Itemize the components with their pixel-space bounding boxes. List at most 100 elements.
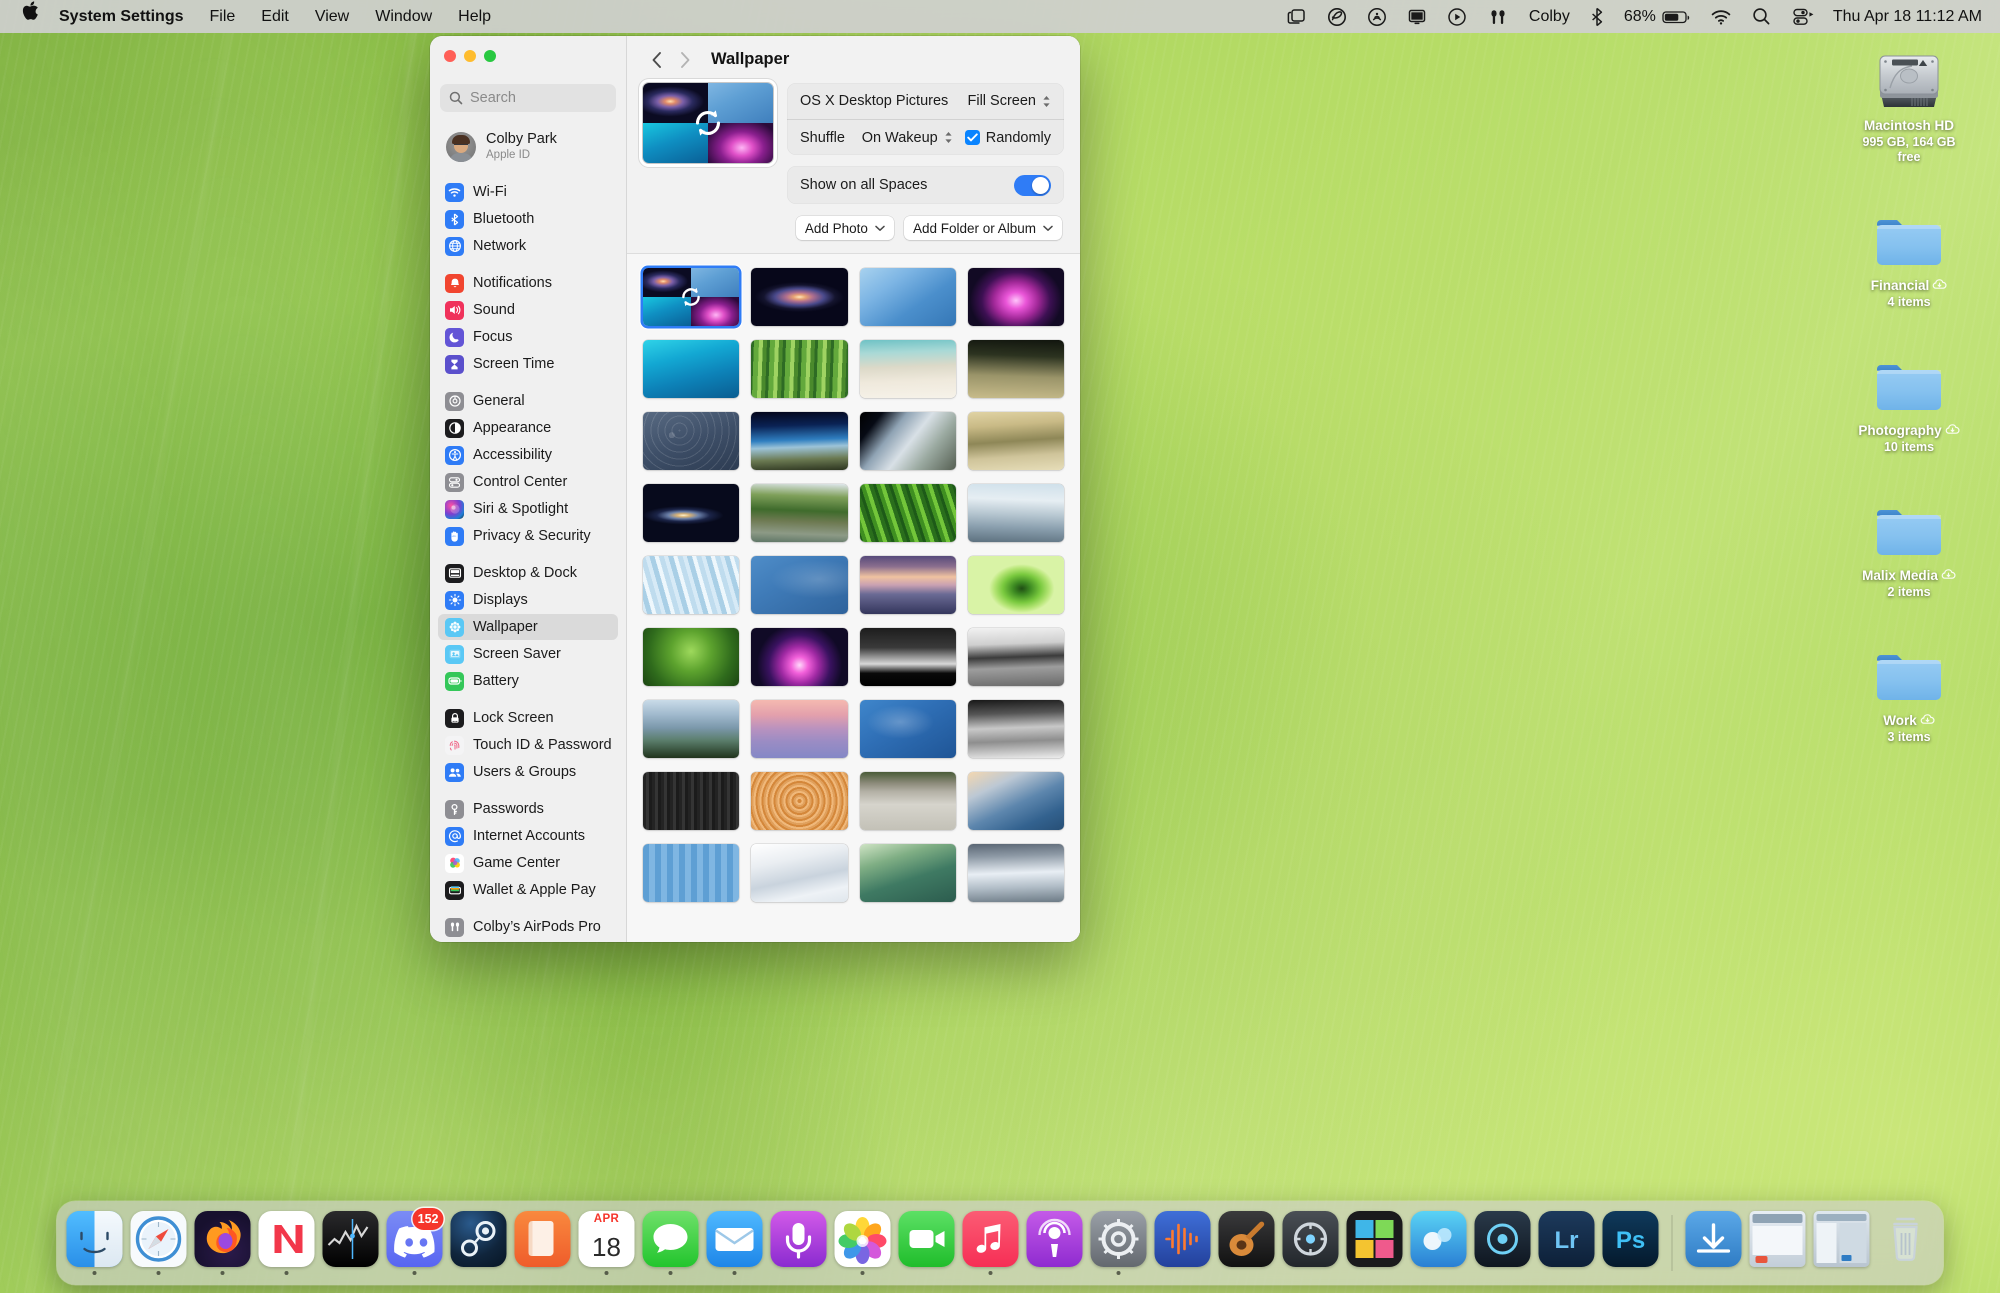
- wallpaper-thumbnail-andromeda[interactable]: [751, 268, 848, 326]
- wallpaper-thumbnail-aurora-pink[interactable]: [751, 628, 848, 686]
- dock-item-steam[interactable]: [450, 1211, 508, 1275]
- dock-item-calendar[interactable]: APR 18: [578, 1211, 636, 1275]
- dock-item-garageband[interactable]: [1218, 1211, 1276, 1275]
- wallpaper-thumbnail-grass-blades[interactable]: [859, 484, 956, 542]
- sidebar-item-wallet-apple-pay[interactable]: Wallet & Apple Pay: [438, 877, 618, 903]
- sidebar-item-lock-screen[interactable]: Lock Screen: [438, 705, 618, 731]
- wallpaper-thumbnail-clouds-bw[interactable]: [967, 628, 1064, 686]
- sidebar-item-colbys-airpods-pro[interactable]: Colby’s AirPods Pro: [438, 914, 618, 940]
- dock-item-screenshot-preview-1[interactable]: [1749, 1211, 1807, 1275]
- dock-item-stocks[interactable]: [322, 1211, 380, 1275]
- wallpaper-thumbnail-teal-ridge[interactable]: [859, 844, 956, 902]
- wallpaper-thumbnail-mosaic[interactable]: [643, 844, 740, 902]
- sidebar-item-notifications[interactable]: Notifications: [438, 270, 618, 296]
- wallpaper-thumbnail-blue-swirl[interactable]: [751, 556, 848, 614]
- sidebar-item-wallpaper[interactable]: Wallpaper: [438, 614, 618, 640]
- wallpaper-thumbnail-bamboo[interactable]: [751, 340, 848, 398]
- wallpaper-thumbnail-fuji[interactable]: [751, 700, 848, 758]
- sidebar-item-keyboard[interactable]: Keyboard: [438, 941, 618, 942]
- dock-item-news[interactable]: [258, 1211, 316, 1275]
- sidebar-item-general[interactable]: General: [438, 388, 618, 414]
- wallpaper-thumbnail-lake-sunrise[interactable]: [859, 556, 956, 614]
- creative-cloud-icon[interactable]: [1317, 7, 1357, 27]
- menu-window[interactable]: Window: [362, 0, 445, 33]
- sidebar-item-siri-spotlight[interactable]: Siri & Spotlight: [438, 496, 618, 522]
- account-row[interactable]: Colby Park Apple ID: [440, 126, 616, 168]
- wallpaper-thumbnail-zen-garden[interactable]: [859, 772, 956, 830]
- dock-item-music[interactable]: [962, 1211, 1020, 1275]
- wallpaper-thumbnail-glacier[interactable]: [643, 556, 740, 614]
- wallpaper-thumbnail-snow-peaks[interactable]: [967, 844, 1064, 902]
- desktop-icon-work[interactable]: Work 3 items: [1853, 635, 1965, 745]
- desktop-icon-financial[interactable]: Financial 4 items: [1853, 200, 1965, 310]
- add-folder-or-album-button[interactable]: Add Folder or Album: [903, 216, 1062, 240]
- dock-item-facetime[interactable]: [898, 1211, 956, 1275]
- wifi-icon[interactable]: [1700, 8, 1742, 26]
- dock-item-podcasts[interactable]: [1026, 1211, 1084, 1275]
- dock-item-lightroom[interactable]: Lr: [1538, 1211, 1596, 1275]
- menu-help[interactable]: Help: [445, 0, 504, 33]
- fill-screen-stepper[interactable]: Fill Screen: [968, 93, 1052, 109]
- wallpaper-thumbnail-golden-fog[interactable]: [967, 412, 1064, 470]
- battery-status[interactable]: 68%: [1614, 0, 1700, 33]
- menu-view[interactable]: View: [302, 0, 362, 33]
- desktop-icon-macintosh-hd[interactable]: Macintosh HD 995 GB, 164 GB free: [1853, 40, 1965, 165]
- wallpaper-thumbnail-aurora-purple[interactable]: [967, 268, 1064, 326]
- randomly-checkbox[interactable]: [964, 130, 980, 145]
- forward-button[interactable]: [671, 46, 699, 74]
- dock-item-notes[interactable]: [514, 1211, 572, 1275]
- wallpaper-grid-scroll-area[interactable]: [627, 253, 1080, 942]
- sidebar-item-screen-saver[interactable]: Screen Saver: [438, 641, 618, 667]
- randomly-checkbox-group[interactable]: Randomly: [964, 130, 1051, 146]
- wallpaper-thumbnail-beach[interactable]: [859, 340, 956, 398]
- bluetooth-icon[interactable]: [1580, 7, 1614, 27]
- show-on-all-spaces-toggle[interactable]: [1014, 174, 1051, 196]
- now-playing-icon[interactable]: [1437, 7, 1477, 27]
- dock-item-photoshop[interactable]: Ps: [1602, 1211, 1660, 1275]
- wallpaper-thumbnail-wood-rings[interactable]: [751, 772, 848, 830]
- menu-file[interactable]: File: [196, 0, 248, 33]
- wallpaper-thumbnail-reef[interactable]: [643, 340, 740, 398]
- sidebar-item-users-groups[interactable]: Users & Groups: [438, 759, 618, 785]
- wallpaper-thumbnail-temple[interactable]: [751, 484, 848, 542]
- dock-item-screenshot-preview-2[interactable]: [1813, 1211, 1871, 1275]
- dock-item-finder[interactable]: [66, 1211, 124, 1275]
- wallpaper-thumbnail-wave-pattern[interactable]: [643, 412, 740, 470]
- dock-item-motion[interactable]: [1410, 1211, 1468, 1275]
- wallpaper-thumbnail-earth-space[interactable]: [859, 412, 956, 470]
- dock-item-system-settings[interactable]: [1090, 1211, 1148, 1275]
- dock-item-photos[interactable]: [834, 1211, 892, 1275]
- sidebar-item-internet-accounts[interactable]: Internet Accounts: [438, 823, 618, 849]
- sidebar-item-desktop-dock[interactable]: Desktop & Dock: [438, 560, 618, 586]
- desktop-icon-malix-media[interactable]: Malix Media 2 items: [1853, 490, 1965, 600]
- wallpaper-thumbnail-silk[interactable]: [751, 844, 848, 902]
- dock-item-final-cut-pro[interactable]: [1346, 1211, 1404, 1275]
- wallpaper-thumbnail-lightning-bw[interactable]: [859, 628, 956, 686]
- spotlight-search-icon[interactable]: [1742, 7, 1781, 26]
- screen-mirroring-icon[interactable]: [1277, 8, 1317, 26]
- desktop-icon-photography[interactable]: Photography 10 items: [1853, 345, 1965, 455]
- maximize-button[interactable]: [484, 50, 496, 62]
- airpods-icon[interactable]: [1477, 7, 1519, 27]
- sidebar-item-wi-fi[interactable]: Wi-Fi: [438, 179, 618, 205]
- wallpaper-thumbnail-blue-curves[interactable]: [859, 700, 956, 758]
- sidebar-item-displays[interactable]: Displays: [438, 587, 618, 613]
- dock-item-messages[interactable]: [642, 1211, 700, 1275]
- sidebar-item-control-center[interactable]: Control Center: [438, 469, 618, 495]
- minimize-button[interactable]: [464, 50, 476, 62]
- sidebar-item-passwords[interactable]: Passwords: [438, 796, 618, 822]
- back-button[interactable]: [643, 46, 671, 74]
- sidebar-item-privacy-security[interactable]: Privacy & Security: [438, 523, 618, 549]
- sidebar-item-focus[interactable]: Focus: [438, 324, 618, 350]
- wallpaper-thumbnail-galaxy-edge[interactable]: [643, 484, 740, 542]
- wallpaper-thumbnail-canopy[interactable]: [643, 628, 740, 686]
- sidebar-item-battery[interactable]: Battery: [438, 668, 618, 694]
- wallpaper-preview-thumbnail[interactable]: [643, 83, 773, 163]
- wallpaper-thumbnail-aqua-blue[interactable]: [859, 268, 956, 326]
- airdrop-icon[interactable]: [1357, 7, 1397, 27]
- dock-item-logic-pro[interactable]: [1282, 1211, 1340, 1275]
- dock-item-mail[interactable]: [706, 1211, 764, 1275]
- sidebar-item-accessibility[interactable]: Accessibility: [438, 442, 618, 468]
- dock-item-downloads-folder[interactable]: [1685, 1211, 1743, 1275]
- dock-item-safari[interactable]: [130, 1211, 188, 1275]
